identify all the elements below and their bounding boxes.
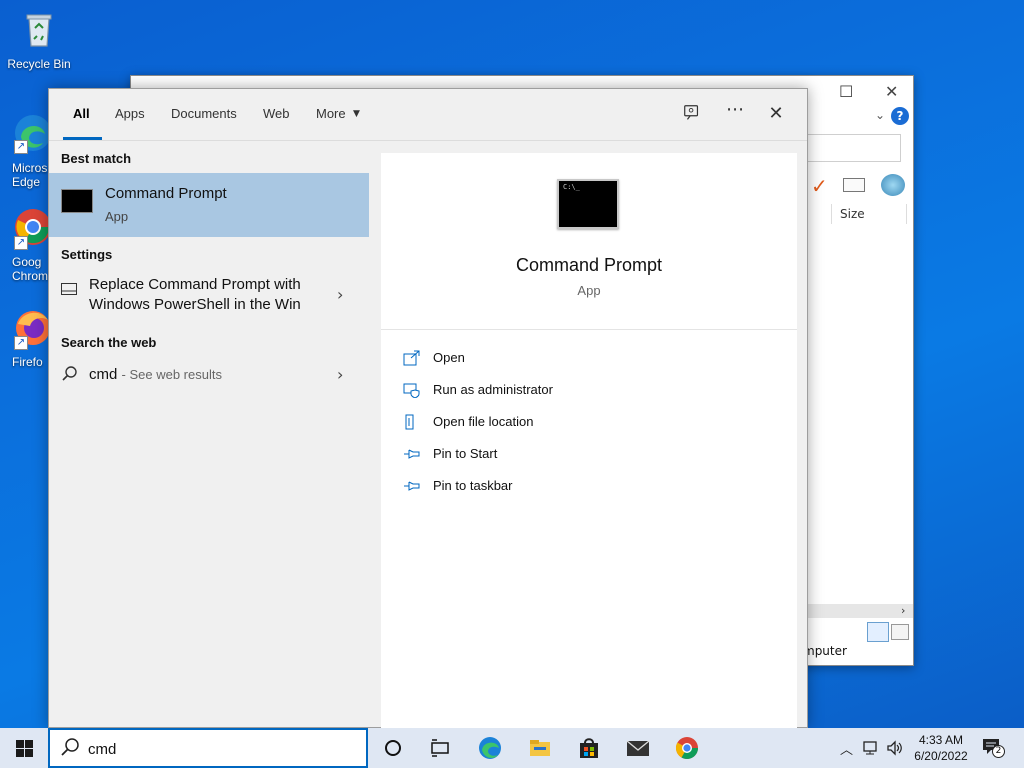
status-bar-text: mputer [803,644,847,658]
desktop-icon-label: Recycle Bin [7,57,71,71]
task-view-cortana-icon[interactable] [381,736,405,760]
search-web-header: Search the web [61,335,157,350]
tab-web[interactable]: Web [263,106,290,121]
settings-header: Settings [61,247,113,262]
envelope-icon[interactable] [843,178,865,192]
clock-time: 4:33 AM [918,733,964,747]
settings-result-line1: Replace Command Prompt with [89,276,301,293]
action-pin-to-start[interactable]: Pin to Start [403,443,783,467]
pin-icon [404,481,420,491]
desktop-icon-recycle-bin[interactable]: Recycle Bin [0,8,78,71]
web-result-item[interactable]: cmd - See web results › [49,361,369,391]
size-column-header[interactable]: Size [831,204,907,224]
shortcut-arrow-icon: ↗ [14,140,28,154]
globe-icon[interactable] [881,174,905,196]
start-search-panel: All Apps Documents Web More ▼ ⋯ ✕ Best m… [48,88,808,729]
action-label: Pin to taskbar [433,478,513,493]
shortcut-arrow-icon: ↗ [14,236,28,250]
action-open[interactable]: Open [403,347,783,371]
detail-divider [381,329,797,330]
best-match-title: Command Prompt [105,185,227,202]
web-query-suffix: - See web results [121,367,222,382]
action-label: Open [433,350,465,365]
preview-view-icon[interactable] [891,624,909,640]
chevron-down-icon[interactable]: ⌄ [875,108,885,122]
active-tab-indicator [63,137,102,140]
details-view-icon[interactable] [867,622,889,642]
network-icon[interactable] [862,740,880,756]
address-field[interactable] [805,134,901,162]
notification-count-badge: 2 [992,745,1005,758]
checkmark-icon[interactable]: ✓ [811,174,828,198]
detail-title: Command Prompt [515,255,663,275]
clock-date: 6/20/2022 [914,749,968,763]
shield-icon [403,383,420,398]
command-prompt-icon [61,189,93,213]
settings-result-item[interactable]: Replace Command Prompt with Windows Powe… [49,271,369,321]
detail-pane: C:\_ Command Prompt App Open Run as admi… [381,153,797,729]
tab-all[interactable]: All [73,106,90,121]
edge-icon[interactable] [478,736,502,760]
best-match-header: Best match [61,151,132,166]
command-prompt-large-icon: C:\_ [557,179,619,229]
open-icon [403,350,420,366]
taskbar-settings-icon [61,283,77,295]
windows-logo-icon [16,740,33,757]
best-match-item[interactable]: Command Prompt App [49,173,369,237]
close-icon[interactable]: ✕ [885,82,898,101]
action-pin-to-taskbar[interactable]: Pin to taskbar [403,475,783,499]
settings-result-line2: Windows PowerShell in the Win [89,296,301,313]
scroll-right-icon[interactable]: › [901,604,905,617]
action-label: Open file location [433,414,534,429]
task-view-icon[interactable] [428,736,452,760]
file-location-icon [405,414,414,430]
tab-documents[interactable]: Documents [171,106,237,121]
chevron-right-icon: › [337,365,344,384]
action-run-as-administrator[interactable]: Run as administrator [403,379,783,403]
taskbar: ︿ 4:33 AM 6/20/2022 2 [0,728,1024,768]
best-match-subtitle: App [105,209,129,224]
horizontal-scrollbar[interactable] [807,604,913,618]
action-open-file-location[interactable]: Open file location [403,411,783,435]
show-hidden-icons-chevron-icon[interactable]: ︿ [840,739,853,758]
start-button[interactable] [0,728,48,768]
search-input[interactable] [88,738,348,760]
maximize-icon[interactable]: ☐ [839,82,853,101]
chevron-right-icon: › [337,285,344,304]
tab-apps[interactable]: Apps [115,106,145,121]
help-icon[interactable]: ? [891,107,909,125]
close-icon[interactable]: ✕ [765,103,787,125]
search-icon [62,366,77,381]
more-options-icon[interactable]: ⋯ [724,99,746,121]
search-tabs: All Apps Documents Web More ▼ ⋯ ✕ [49,89,807,141]
results-list: Best match Command Prompt App Settings R… [49,141,369,727]
action-label: Pin to Start [433,446,498,461]
detail-subtitle: App [577,283,601,298]
taskbar-search-box[interactable] [48,728,368,768]
mail-icon[interactable] [626,736,650,760]
feedback-icon[interactable] [681,103,703,125]
store-icon[interactable] [577,736,601,760]
tab-more[interactable]: More [316,106,346,121]
file-explorer-icon[interactable] [528,736,552,760]
system-clock[interactable]: 4:33 AM 6/20/2022 [906,732,976,764]
search-icon [61,738,79,756]
pin-icon [404,449,420,459]
action-label: Run as administrator [433,382,553,397]
chevron-down-icon[interactable]: ▼ [353,109,360,119]
web-query: cmd [89,366,118,383]
shortcut-arrow-icon: ↗ [14,336,28,350]
recycle-bin-icon [26,14,52,47]
volume-icon[interactable] [886,740,904,756]
chrome-icon[interactable] [675,736,699,760]
action-center-button[interactable]: 2 [982,738,1005,758]
